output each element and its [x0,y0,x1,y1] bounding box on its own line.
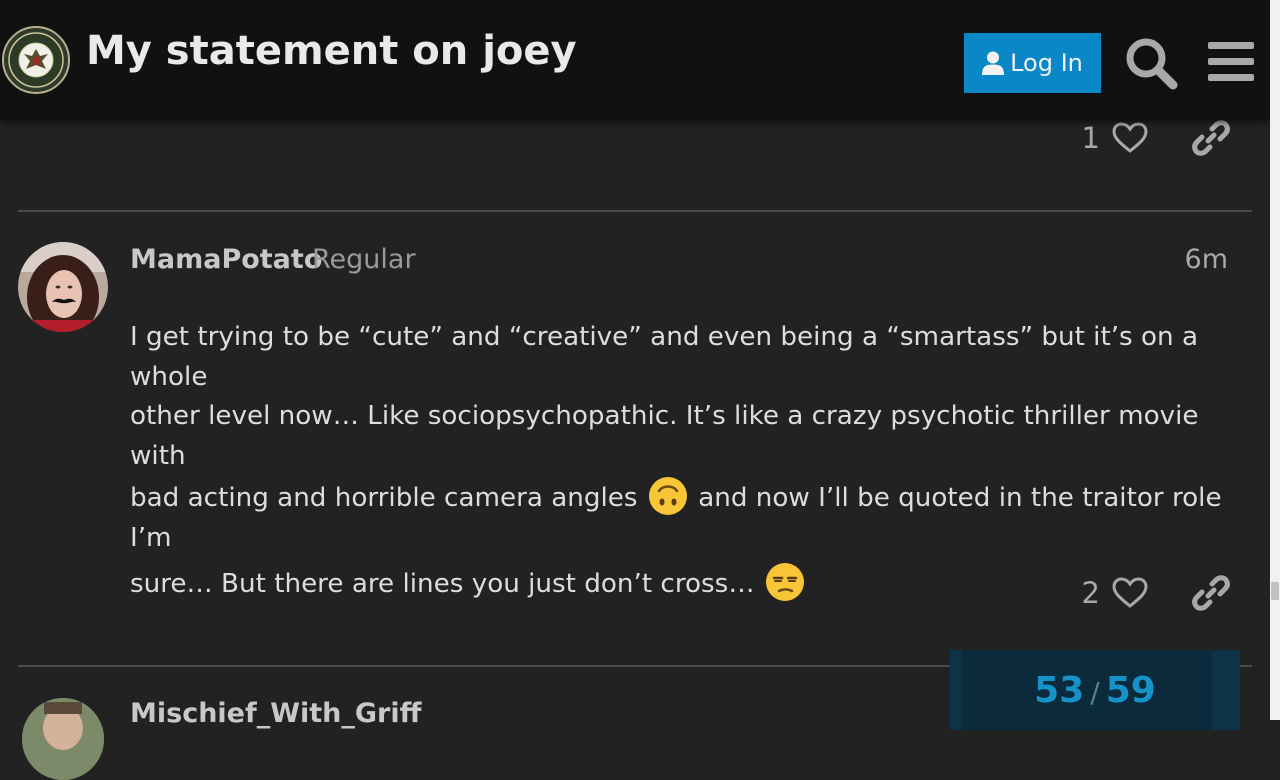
post-divider [18,210,1252,212]
timeline-current: 53 [1034,670,1085,711]
scrollbar-thumb[interactable] [1271,582,1279,600]
username[interactable]: MamaPotato [130,244,322,275]
post-body-line: I get trying to be “cute” and “creative”… [130,322,1199,392]
heart-icon[interactable] [1112,122,1148,154]
previous-post-actions: 1 [1070,121,1148,155]
username[interactable]: Mischief_With_Griff [130,698,422,729]
login-label: Log In [1010,49,1083,77]
link-icon[interactable] [1192,574,1230,612]
timeline-total: 59 [1105,670,1156,711]
post-body-text: bad acting and horrible camera angles [130,483,638,513]
avatar[interactable] [18,242,108,332]
timeline-separator: / [1090,676,1100,709]
page-title: My statement on joey [86,28,577,74]
like-count[interactable]: 2 [1070,576,1100,610]
heart-icon[interactable] [1112,577,1148,609]
timeline-position: 53/59 [950,670,1240,711]
site-header: My statement on joey Log In [0,0,1270,120]
post-date[interactable]: 6m [1185,244,1228,275]
infowars-army-seal-icon[interactable] [2,26,70,94]
avatar[interactable] [22,698,104,780]
timeline-progress[interactable]: 53/59 [950,650,1240,730]
post-actions: 2 [1070,576,1148,610]
user-title: Regular [312,244,416,275]
post-body-line: other level now… Like sociopsychopathic.… [130,401,1199,471]
hamburger-icon[interactable] [1208,40,1254,84]
post-body: I get trying to be “cute” and “creative”… [130,318,1230,605]
post-body-text: sure… But there are lines you just don’t… [130,569,755,599]
user-icon [982,51,1005,75]
login-button[interactable]: Log In [964,33,1101,93]
like-count[interactable]: 1 [1070,121,1100,155]
page-scrollbar[interactable] [1270,0,1280,720]
search-icon[interactable] [1124,36,1178,90]
unamused-face-icon [765,563,804,601]
upside-down-face-icon [648,477,687,515]
link-icon[interactable] [1192,119,1230,157]
